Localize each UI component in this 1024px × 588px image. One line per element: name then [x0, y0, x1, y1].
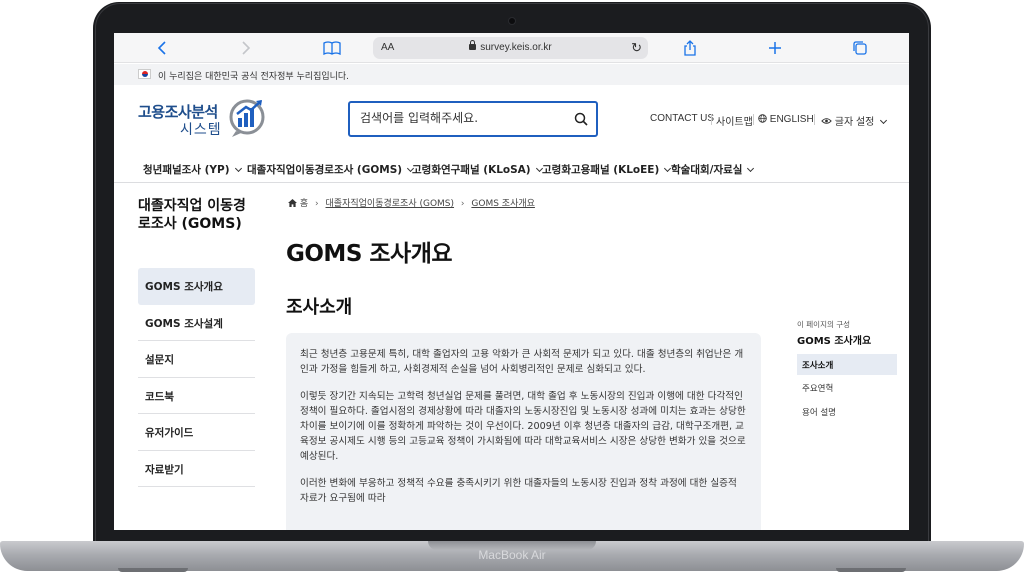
site-header: 고용조사분석 시스템 CONTACT US 사이트맵 [114, 85, 909, 155]
home-icon[interactable] [288, 199, 297, 207]
intro-paragraph: 최근 청년층 고용문제 특히, 대학 졸업자의 고용 악화가 큰 사회적 문제가… [300, 349, 744, 375]
address-bar[interactable]: AA survey.keis.or.kr ↻ [373, 37, 648, 59]
toc-item-history[interactable]: 주요연혁 [797, 377, 897, 398]
main-navigation: 청년패널조사 (YP) 대졸자직업이동경로조사 (GOMS) 고령화연구패널 (… [114, 155, 909, 183]
nav-item-resources[interactable]: 학술대회/자료실 [671, 162, 755, 177]
search-icon[interactable] [574, 112, 588, 126]
tabs-overview-icon[interactable] [848, 37, 872, 59]
new-tab-icon[interactable] [763, 37, 787, 59]
sidebar-title: 대졸자직업 이동경로조사 (GOMS) [138, 198, 246, 232]
language-link[interactable]: ENGLISH [758, 113, 814, 125]
breadcrumb-home[interactable]: 홈 [300, 199, 308, 209]
lock-icon [469, 40, 477, 50]
intro-content-box: 최근 청년층 고용문제 특히, 대학 졸업자의 고용 악화가 큰 사회적 문제가… [286, 333, 761, 530]
search-box [348, 101, 598, 137]
util-divider [753, 114, 754, 125]
logo-text-line2: 시스템 [180, 122, 222, 138]
nav-item-klosa[interactable]: 고령화연구패널 (KLoSA) [412, 162, 543, 177]
util-divider [814, 114, 815, 125]
screen: AA survey.keis.or.kr ↻ 이 누리집은 대한민국 공식 전자… [114, 33, 909, 530]
chevron-down-icon [234, 164, 242, 173]
device-label: MacBook Air [478, 548, 546, 562]
toc-item-glossary[interactable]: 용어 설명 [797, 401, 897, 422]
sidebar-item-user-guide[interactable]: 유저가이드 [138, 414, 255, 451]
back-icon[interactable] [150, 37, 174, 59]
chevron-down-icon [880, 116, 888, 125]
contact-us-link[interactable]: CONTACT US [650, 113, 714, 124]
laptop-foot-right [836, 568, 906, 572]
toc-item-intro[interactable]: 조사소개 [797, 354, 897, 375]
site-logo[interactable]: 고용조사분석 시스템 [138, 98, 268, 142]
nav-item-kloee[interactable]: 고령화고용패널 (KLoEE) [542, 162, 672, 177]
globe-icon [758, 114, 767, 123]
url-text: survey.keis.or.kr [480, 42, 552, 53]
text-settings-label: 글자 설정 [834, 117, 875, 128]
sidebar-item-questionnaire[interactable]: 설문지 [138, 341, 255, 378]
laptop-foot-left [118, 568, 188, 572]
sitemap-link[interactable]: 사이트맵 [716, 113, 753, 128]
gov-banner: 이 누리집은 대한민국 공식 전자정부 누리집입니다. [114, 64, 909, 85]
sidebar-menu: GOMS 조사개요 GOMS 조사설계 설문지 코드북 유저가이드 자료받기 [138, 268, 255, 487]
language-label: ENGLISH [769, 114, 814, 125]
page-title: GOMS 조사개요 [286, 241, 453, 267]
nav-item-label: 고령화연구패널 (KLoSA) [412, 164, 531, 176]
breadcrumb-goms[interactable]: 대졸자직업이동경로조사 (GOMS) [326, 199, 455, 209]
chevron-down-icon [747, 164, 755, 173]
nav-item-yp[interactable]: 청년패널조사 (YP) [143, 162, 242, 177]
bookmarks-icon[interactable] [320, 37, 344, 59]
breadcrumb-separator: › [460, 199, 465, 209]
sidebar-item-codebook[interactable]: 코드북 [138, 378, 255, 414]
breadcrumb-separator: › [315, 199, 319, 209]
nav-item-goms[interactable]: 대졸자직업이동경로조사 (GOMS) [247, 162, 415, 177]
toc-caption: 이 페이지의 구성 [797, 320, 851, 329]
sidebar-item-design[interactable]: GOMS 조사설계 [138, 305, 255, 341]
url-display: survey.keis.or.kr [373, 40, 648, 53]
logo-chart-icon [229, 99, 265, 137]
nav-item-label: 대졸자직업이동경로조사 (GOMS) [247, 164, 403, 176]
toc-title: GOMS 조사개요 [797, 336, 872, 347]
reload-icon[interactable]: ↻ [631, 40, 642, 56]
browser-toolbar: AA survey.keis.or.kr ↻ [114, 33, 909, 63]
forward-icon[interactable] [234, 37, 258, 59]
intro-paragraph: 이렇듯 장기간 지속되는 고학력 청년실업 문제를 풀려면, 대학 졸업 후 노… [300, 391, 746, 462]
intro-paragraph: 이러한 변화에 부응하고 정책적 수요를 충족시키기 위한 대졸자들의 노동시장… [300, 478, 737, 504]
camera [509, 18, 515, 24]
search-input[interactable] [360, 111, 560, 125]
breadcrumb-current[interactable]: GOMS 조사개요 [471, 199, 535, 209]
gov-banner-text[interactable]: 이 누리집은 대한민국 공식 전자정부 누리집입니다. [158, 69, 349, 82]
sidebar-item-download[interactable]: 자료받기 [138, 451, 255, 487]
nav-item-label: 청년패널조사 (YP) [143, 164, 230, 176]
breadcrumb: 홈 › 대졸자직업이동경로조사 (GOMS) › GOMS 조사개요 [288, 196, 535, 209]
korean-flag-icon [138, 69, 151, 79]
nav-item-label: 고령화고용패널 (KLoEE) [542, 164, 660, 176]
nav-item-label: 학술대회/자료실 [671, 164, 743, 176]
share-icon[interactable] [678, 37, 702, 59]
sidebar-item-overview[interactable]: GOMS 조사개요 [138, 268, 255, 305]
util-divider [711, 114, 712, 125]
eye-icon [821, 118, 832, 124]
text-settings-button[interactable]: 글자 설정 [821, 113, 888, 128]
section-title: 조사소개 [286, 297, 353, 318]
